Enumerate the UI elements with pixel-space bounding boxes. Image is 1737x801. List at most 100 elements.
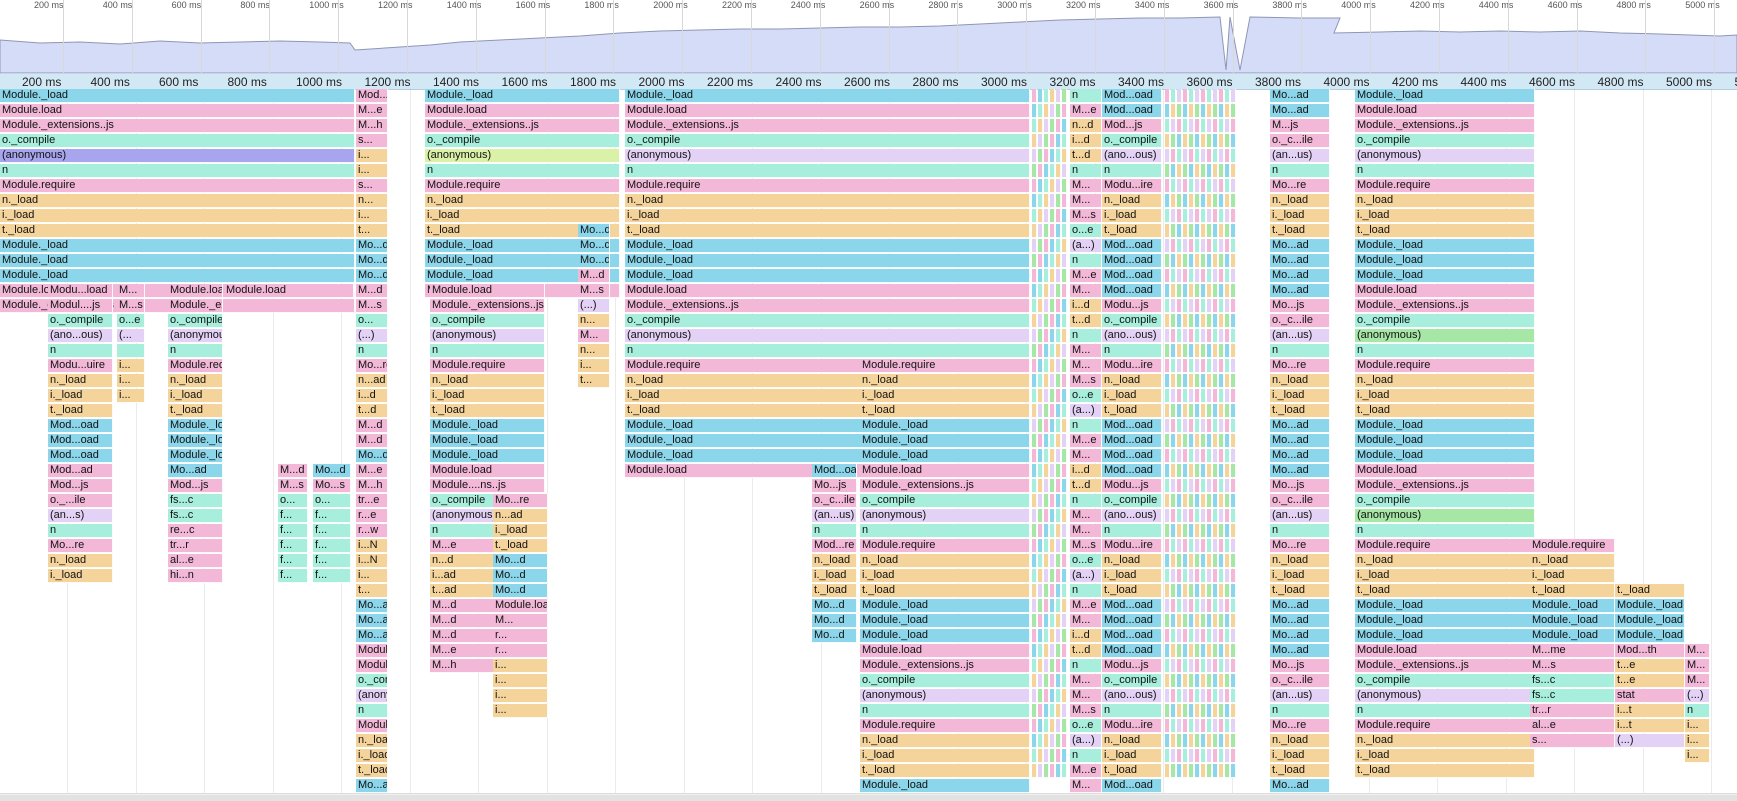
flame-frame[interactable] [1165,449,1170,463]
flame-frame[interactable] [1171,194,1176,208]
flame-frame[interactable] [1032,524,1037,538]
flame-frame[interactable] [1177,599,1182,613]
flame-frame[interactable] [1225,764,1230,778]
flame-frame[interactable] [1183,464,1188,478]
flame-frame[interactable] [1183,509,1188,523]
flame-frame[interactable]: Module._load [860,629,1030,643]
flame-frame[interactable] [1219,719,1224,733]
horizontal-scrollbar[interactable] [0,793,1737,801]
flame-frame[interactable] [1056,149,1061,163]
flame-frame[interactable]: (an...s) [48,509,113,523]
flame-frame[interactable] [1050,209,1055,223]
flame-frame[interactable]: Mod...oad [1102,449,1162,463]
flame-frame[interactable] [1056,644,1061,658]
flame-frame[interactable] [1195,494,1200,508]
flame-frame[interactable] [1219,689,1224,703]
flame-frame[interactable]: Module._load [860,419,1030,433]
flame-frame[interactable] [1189,644,1194,658]
flame-frame[interactable]: M...e [1070,104,1102,118]
flame-frame[interactable] [1201,749,1206,763]
flame-frame[interactable] [1056,299,1061,313]
flame-frame[interactable]: i._load [812,569,857,583]
flame-frame[interactable] [1056,134,1061,148]
flame-frame[interactable]: Mo...d [493,569,548,583]
flame-frame[interactable]: Module.load [625,284,1030,298]
flame-frame[interactable] [1171,404,1176,418]
flame-frame[interactable] [1231,314,1236,328]
flame-frame[interactable] [1050,434,1055,448]
flame-frame[interactable]: fs...c [168,509,223,523]
flame-frame[interactable] [1213,224,1218,238]
flame-frame[interactable]: M... [1070,449,1102,463]
flame-frame[interactable]: M...h [356,119,388,133]
flame-frame[interactable]: o._compile [1355,674,1535,688]
flame-frame[interactable] [1183,269,1188,283]
flame-frame[interactable] [1050,704,1055,718]
flame-frame[interactable]: Mod...oad [1102,464,1162,478]
flame-frame[interactable]: Modu...js [1102,479,1162,493]
flame-frame[interactable] [1225,119,1230,133]
flame-frame[interactable] [1171,209,1176,223]
flame-frame[interactable] [1177,479,1182,493]
flame-frame[interactable]: Mod...oad [48,449,113,463]
flame-frame[interactable] [1213,194,1218,208]
flame-frame[interactable] [1231,119,1236,133]
flame-frame[interactable] [1195,464,1200,478]
flame-frame[interactable] [1038,689,1043,703]
flame-frame[interactable] [1165,614,1170,628]
flame-frame[interactable] [1183,254,1188,268]
flame-frame[interactable] [1165,749,1170,763]
flame-frame[interactable] [1213,764,1218,778]
flame-frame[interactable] [1038,284,1043,298]
flame-frame[interactable]: Module.require [1355,719,1535,733]
flame-frame[interactable] [1213,149,1218,163]
flame-frame[interactable] [1231,359,1236,373]
flame-frame[interactable] [1207,194,1212,208]
flame-frame[interactable] [1183,209,1188,223]
flame-frame[interactable]: Mo...ad [1270,629,1330,643]
flame-frame[interactable]: n [1270,704,1330,718]
flame-frame[interactable] [1231,239,1236,253]
flame-frame[interactable]: Module._load [860,599,1030,613]
flame-frame[interactable]: n [1070,494,1102,508]
flame-frame[interactable]: o._compile [1102,494,1162,508]
flame-frame[interactable]: i._load [48,569,113,583]
flame-frame[interactable] [1050,749,1055,763]
flame-frame[interactable] [1225,734,1230,748]
flame-frame[interactable]: (anonymous) [1355,689,1535,703]
flame-frame[interactable]: Module._load [1355,254,1535,268]
flame-frame[interactable] [1044,704,1049,718]
flame-frame[interactable] [1231,404,1236,418]
flame-frame[interactable] [1171,479,1176,493]
flame-frame[interactable] [1044,464,1049,478]
flame-frame[interactable]: n [1070,419,1102,433]
flame-frame[interactable]: n [1102,524,1162,538]
flame-frame[interactable] [1038,344,1043,358]
flame-frame[interactable] [1032,659,1037,673]
flame-frame[interactable]: Modu...ire [1102,539,1162,553]
flame-frame[interactable] [1201,404,1206,418]
flame-frame[interactable]: n [1685,704,1710,718]
flame-frame[interactable]: Module._extensions..js [430,299,545,313]
flame-frame[interactable]: Module.require [1530,539,1615,553]
flame-frame[interactable]: Module._extensions..js [860,479,1030,493]
flame-frame[interactable] [1050,629,1055,643]
flame-frame[interactable] [1056,464,1061,478]
flame-frame[interactable]: Module.require [168,359,223,373]
flame-frame[interactable] [1207,539,1212,553]
flame-frame[interactable] [1183,704,1188,718]
flame-frame[interactable]: (...) [1685,689,1710,703]
flame-frame[interactable] [1171,704,1176,718]
flame-frame[interactable] [1201,179,1206,193]
flame-frame[interactable] [1044,149,1049,163]
flame-frame[interactable] [1044,674,1049,688]
flame-frame[interactable]: M...js [1270,119,1330,133]
flame-frame[interactable] [1165,719,1170,733]
flame-frame[interactable] [1032,479,1037,493]
flame-frame[interactable] [1195,224,1200,238]
flame-frame[interactable] [1219,134,1224,148]
flame-frame[interactable] [1044,644,1049,658]
flame-frame[interactable]: Mo...ad [1270,284,1330,298]
flame-frame[interactable]: Module.load [168,284,223,298]
flame-frame[interactable]: s... [356,134,388,148]
